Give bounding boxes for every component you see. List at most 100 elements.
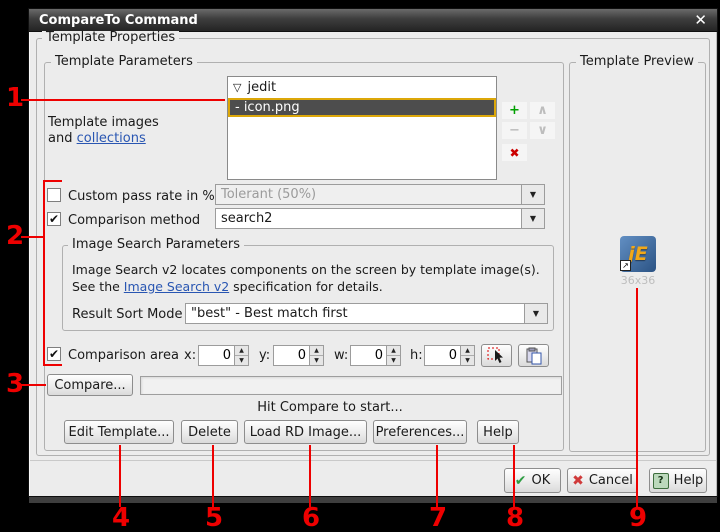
minus-icon: − [509,124,520,137]
close-icon[interactable]: ✕ [694,13,707,28]
callout-7-label: 7 [429,506,447,530]
load-rd-image-button[interactable]: Load RD Image... [244,420,367,444]
checkmark-icon: ✔ [49,213,59,225]
help-button[interactable]: ? Help [649,468,707,493]
preferences-button[interactable]: Preferences... [373,420,467,444]
tree-row-jedit-label: jedit [247,80,276,95]
add-image-button[interactable]: + [502,102,527,119]
chevron-down-icon: ∨ [537,124,548,137]
delete-button[interactable]: Delete [181,420,238,444]
callout-4-label: 4 [112,506,130,530]
result-sort-mode-value: "best" - Best match first [186,306,524,321]
dropdown-arrow-icon[interactable]: ▼ [521,209,544,228]
callout-8-line [513,445,515,507]
callout-2-bracket-top-tick [43,180,62,182]
callout-8-label: 8 [506,506,524,530]
callout-5-label: 5 [205,506,223,530]
jedit-logo-icon: jE [628,243,648,265]
image-search-description-line1: Image Search v2 locates components on th… [72,262,540,277]
collections-link[interactable]: collections [77,131,146,146]
callout-2-connector [21,236,45,238]
group-template-properties-label: Template Properties [42,31,179,45]
remove-image-button[interactable]: − [502,122,527,139]
spin-down-icon[interactable]: ▼ [387,356,400,365]
compare-progress-bar [140,376,562,395]
image-search-description-line2: See the Image Search v2 specification fo… [72,279,383,294]
help-icon: ? [653,473,669,489]
callout-6-label: 6 [302,506,320,530]
comparison-area-checkbox[interactable]: ✔ [47,347,61,361]
template-images-label-line1: Template images [48,115,159,130]
image-search-v2-link[interactable]: Image Search v2 [124,279,229,294]
cancel-button[interactable]: ✖ Cancel [567,468,638,493]
compare-status-text: Hit Compare to start... [180,400,480,415]
plus-icon: + [509,104,520,117]
callout-5-line [212,445,214,507]
template-images-label-line2: and collections [48,131,146,146]
h-label: h: [410,348,423,363]
callout-2-bracket-vertical [43,180,45,366]
spin-down-icon[interactable]: ▼ [235,356,248,365]
callout-1-label: 1 [6,86,24,110]
preview-size-label: 36x36 [614,274,662,287]
y-spinner-input[interactable] [273,345,310,366]
h-spinner-arrows[interactable]: ▲▼ [461,345,475,366]
tree-row-icon-png[interactable]: - icon.png [228,98,496,117]
w-spinner-arrows[interactable]: ▲▼ [387,345,401,366]
x-label: x: [184,348,196,363]
help-row-button[interactable]: Help [477,420,519,444]
custom-pass-rate-checkbox[interactable] [47,188,61,202]
delete-image-button[interactable]: ✖ [502,144,527,161]
spin-up-icon[interactable]: ▲ [235,346,248,356]
w-spinner-input[interactable] [350,345,387,366]
callout-3-line [21,384,46,386]
dropdown-arrow-icon[interactable]: ▼ [521,185,544,204]
spin-down-icon[interactable]: ▼ [310,356,323,365]
comparison-method-checkbox[interactable]: ✔ [47,212,61,226]
paste-area-button[interactable] [518,344,549,367]
x-spinner-input[interactable] [198,345,235,366]
template-image-list[interactable]: ▽ jedit - icon.png [227,76,497,180]
callout-4-line [119,445,121,507]
pass-rate-value: Tolerant (50%) [216,187,521,202]
x-spinner-arrows[interactable]: ▲▼ [235,345,249,366]
result-sort-mode-combobox[interactable]: "best" - Best match first ▼ [185,303,548,324]
callout-7-line [436,445,438,507]
title-bar[interactable]: CompareTo Command ✕ [28,8,718,32]
edit-template-button[interactable]: Edit Template... [64,420,174,444]
compare-button[interactable]: Compare... [47,374,133,396]
callout-9-label: 9 [629,506,647,530]
shortcut-arrow-icon: ↗ [620,260,631,271]
pass-rate-combobox[interactable]: Tolerant (50%) ▼ [215,184,545,205]
group-image-search-label: Image Search Parameters [68,238,244,252]
move-down-button[interactable]: ∨ [530,122,555,139]
comparison-method-value: search2 [216,211,521,226]
select-area-button[interactable] [481,344,512,367]
group-template-preview-label: Template Preview [576,55,698,69]
w-label: w: [334,348,348,363]
spin-up-icon[interactable]: ▲ [461,346,474,356]
ok-check-icon: ✔ [515,474,527,488]
area-pointer-icon [487,347,507,365]
tree-expander-icon[interactable]: ▽ [233,81,241,94]
move-up-button[interactable]: ∧ [530,102,555,119]
callout-2-bracket-bottom-tick [43,364,62,366]
cancel-x-icon: ✖ [572,474,584,488]
checkmark-icon: ✔ [49,348,59,360]
y-spinner-arrows[interactable]: ▲▼ [310,345,324,366]
spin-down-icon[interactable]: ▼ [461,356,474,365]
spin-up-icon[interactable]: ▲ [310,346,323,356]
comparison-method-combobox[interactable]: search2 ▼ [215,208,545,229]
callout-6-line [309,445,311,507]
callout-9-line [636,288,638,507]
comparison-area-label: Comparison area [68,348,179,363]
chevron-up-icon: ∧ [537,104,548,117]
h-spinner-input[interactable] [424,345,461,366]
dropdown-arrow-icon[interactable]: ▼ [524,304,547,323]
spin-up-icon[interactable]: ▲ [387,346,400,356]
tree-row-jedit[interactable]: ▽ jedit [228,78,496,97]
window-bottom-edge [29,497,717,503]
y-label: y: [259,348,270,363]
comparison-method-label: Comparison method [68,213,200,228]
screenshot-canvas: CompareTo Command ✕ Template Properties … [0,0,720,532]
